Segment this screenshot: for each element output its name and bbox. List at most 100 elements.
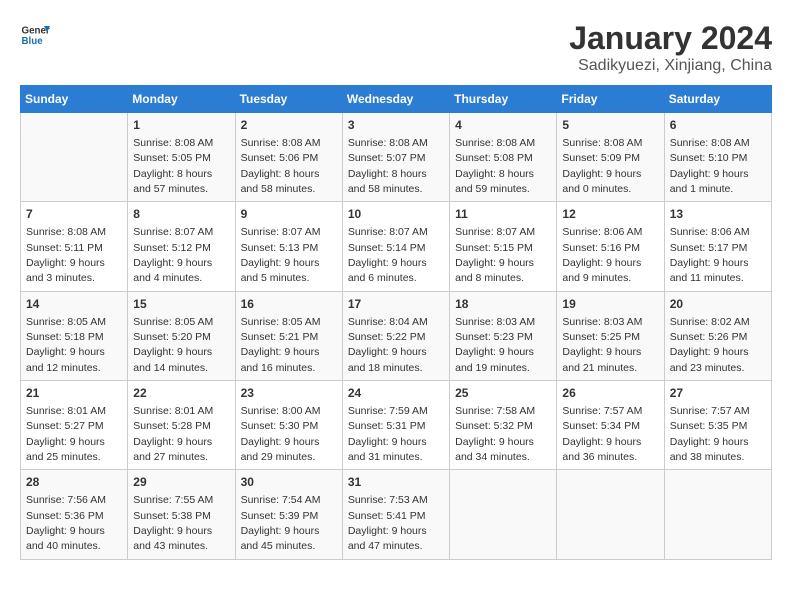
page-title: January 2024 — [569, 20, 772, 57]
day-info: Sunrise: 8:04 AMSunset: 5:22 PMDaylight:… — [348, 316, 428, 374]
calendar-cell: 5Sunrise: 8:08 AMSunset: 5:09 PMDaylight… — [557, 113, 664, 202]
calendar-cell — [450, 470, 557, 559]
day-info: Sunrise: 8:08 AMSunset: 5:08 PMDaylight:… — [455, 137, 535, 195]
day-info: Sunrise: 8:06 AMSunset: 5:16 PMDaylight:… — [562, 226, 642, 284]
day-info: Sunrise: 8:03 AMSunset: 5:25 PMDaylight:… — [562, 316, 642, 374]
calendar-week-row: 21 Sunrise: 8:01 AMSunset: 5:27 PMDayligh… — [21, 381, 772, 470]
day-number: 22 — [133, 385, 229, 402]
day-info: Sunrise: 7:58 AMSunset: 5:32 PMDaylight:… — [455, 405, 535, 463]
logo: General Blue — [20, 20, 50, 50]
day-info: Sunrise: 7:59 AMSunset: 5:31 PMDaylight:… — [348, 405, 428, 463]
day-info: Sunrise: 8:07 AMSunset: 5:15 PMDaylight:… — [455, 226, 535, 284]
calendar-cell — [557, 470, 664, 559]
calendar-cell: 27Sunrise: 7:57 AMSunset: 5:35 PMDayligh… — [664, 381, 771, 470]
calendar-cell: 8 Sunrise: 8:07 AMSunset: 5:12 PMDaylight… — [128, 202, 235, 291]
day-number: 14 — [26, 296, 122, 313]
day-number: 23 — [241, 385, 337, 402]
calendar-cell: 23 Sunrise: 8:00 AMSunset: 5:30 PMDayligh… — [235, 381, 342, 470]
day-info: Sunrise: 7:56 AMSunset: 5:36 PMDaylight:… — [26, 494, 106, 552]
day-info: Sunrise: 8:08 AMSunset: 5:07 PMDaylight:… — [348, 137, 428, 195]
day-number: 10 — [348, 206, 444, 223]
day-number: 18 — [455, 296, 551, 313]
calendar-table: SundayMondayTuesdayWednesdayThursdayFrid… — [20, 85, 772, 560]
day-info: Sunrise: 8:07 AMSunset: 5:13 PMDaylight:… — [241, 226, 321, 284]
day-info: Sunrise: 8:00 AMSunset: 5:30 PMDaylight:… — [241, 405, 321, 463]
day-of-week-header: Saturday — [664, 86, 771, 113]
day-info: Sunrise: 7:53 AMSunset: 5:41 PMDaylight:… — [348, 494, 428, 552]
day-number: 24 — [348, 385, 444, 402]
day-of-week-header: Thursday — [450, 86, 557, 113]
calendar-cell: 16Sunrise: 8:05 AMSunset: 5:21 PMDayligh… — [235, 291, 342, 380]
calendar-body: 1 Sunrise: 8:08 AMSunset: 5:05 PMDaylight… — [21, 113, 772, 560]
calendar-cell: 19 Sunrise: 8:03 AMSunset: 5:25 PMDayligh… — [557, 291, 664, 380]
day-number: 6 — [670, 117, 766, 134]
calendar-cell: 6 Sunrise: 8:08 AMSunset: 5:10 PMDaylight… — [664, 113, 771, 202]
day-number: 8 — [133, 206, 229, 223]
day-info: Sunrise: 8:05 AMSunset: 5:18 PMDaylight:… — [26, 316, 106, 374]
day-of-week-header: Tuesday — [235, 86, 342, 113]
day-info: Sunrise: 8:05 AMSunset: 5:20 PMDaylight:… — [133, 316, 213, 374]
day-number: 2 — [241, 117, 337, 134]
calendar-cell: 25 Sunrise: 7:58 AMSunset: 5:32 PMDayligh… — [450, 381, 557, 470]
day-info: Sunrise: 7:55 AMSunset: 5:38 PMDaylight:… — [133, 494, 213, 552]
page-subtitle: Sadikyuezi, Xinjiang, China — [569, 57, 772, 75]
day-info: Sunrise: 7:54 AMSunset: 5:39 PMDaylight:… — [241, 494, 321, 552]
day-info: Sunrise: 8:05 AMSunset: 5:21 PMDaylight:… — [241, 316, 321, 374]
day-number: 31 — [348, 474, 444, 491]
day-number: 4 — [455, 117, 551, 134]
day-number: 26 — [562, 385, 658, 402]
day-number: 19 — [562, 296, 658, 313]
calendar-cell: 15 Sunrise: 8:05 AMSunset: 5:20 PMDayligh… — [128, 291, 235, 380]
calendar-cell: 9Sunrise: 8:07 AMSunset: 5:13 PMDaylight… — [235, 202, 342, 291]
day-number: 28 — [26, 474, 122, 491]
calendar-header: SundayMondayTuesdayWednesdayThursdayFrid… — [21, 86, 772, 113]
calendar-cell: 12 Sunrise: 8:06 AMSunset: 5:16 PMDayligh… — [557, 202, 664, 291]
calendar-cell: 2 Sunrise: 8:08 AMSunset: 5:06 PMDaylight… — [235, 113, 342, 202]
day-number: 11 — [455, 206, 551, 223]
days-of-week-row: SundayMondayTuesdayWednesdayThursdayFrid… — [21, 86, 772, 113]
day-number: 12 — [562, 206, 658, 223]
day-number: 20 — [670, 296, 766, 313]
title-block: January 2024 Sadikyuezi, Xinjiang, China — [569, 20, 772, 75]
calendar-cell: 13 Sunrise: 8:06 AMSunset: 5:17 PMDayligh… — [664, 202, 771, 291]
calendar-cell: 28 Sunrise: 7:56 AMSunset: 5:36 PMDayligh… — [21, 470, 128, 559]
calendar-cell: 4 Sunrise: 8:08 AMSunset: 5:08 PMDaylight… — [450, 113, 557, 202]
calendar-cell — [21, 113, 128, 202]
day-info: Sunrise: 8:08 AMSunset: 5:11 PMDaylight:… — [26, 226, 106, 284]
calendar-cell: 29Sunrise: 7:55 AMSunset: 5:38 PMDayligh… — [128, 470, 235, 559]
day-info: Sunrise: 8:08 AMSunset: 5:05 PMDaylight:… — [133, 137, 213, 195]
page-header: General Blue January 2024 Sadikyuezi, Xi… — [20, 20, 772, 75]
calendar-cell — [664, 470, 771, 559]
calendar-cell: 31 Sunrise: 7:53 AMSunset: 5:41 PMDayligh… — [342, 470, 449, 559]
day-number: 17 — [348, 296, 444, 313]
day-number: 25 — [455, 385, 551, 402]
calendar-cell: 17 Sunrise: 8:04 AMSunset: 5:22 PMDayligh… — [342, 291, 449, 380]
calendar-week-row: 14 Sunrise: 8:05 AMSunset: 5:18 PMDayligh… — [21, 291, 772, 380]
day-info: Sunrise: 8:01 AMSunset: 5:27 PMDaylight:… — [26, 405, 106, 463]
day-info: Sunrise: 8:07 AMSunset: 5:14 PMDaylight:… — [348, 226, 428, 284]
day-of-week-header: Friday — [557, 86, 664, 113]
day-info: Sunrise: 8:08 AMSunset: 5:06 PMDaylight:… — [241, 137, 321, 195]
calendar-week-row: 1 Sunrise: 8:08 AMSunset: 5:05 PMDaylight… — [21, 113, 772, 202]
calendar-cell: 10 Sunrise: 8:07 AMSunset: 5:14 PMDayligh… — [342, 202, 449, 291]
day-of-week-header: Monday — [128, 86, 235, 113]
day-info: Sunrise: 8:08 AMSunset: 5:10 PMDaylight:… — [670, 137, 750, 195]
calendar-week-row: 28 Sunrise: 7:56 AMSunset: 5:36 PMDayligh… — [21, 470, 772, 559]
calendar-cell: 20 Sunrise: 8:02 AMSunset: 5:26 PMDayligh… — [664, 291, 771, 380]
day-info: Sunrise: 7:57 AMSunset: 5:35 PMDaylight:… — [670, 405, 750, 463]
day-info: Sunrise: 8:02 AMSunset: 5:26 PMDaylight:… — [670, 316, 750, 374]
calendar-cell: 21 Sunrise: 8:01 AMSunset: 5:27 PMDayligh… — [21, 381, 128, 470]
day-info: Sunrise: 8:03 AMSunset: 5:23 PMDaylight:… — [455, 316, 535, 374]
day-number: 13 — [670, 206, 766, 223]
day-number: 15 — [133, 296, 229, 313]
day-number: 21 — [26, 385, 122, 402]
calendar-cell: 14 Sunrise: 8:05 AMSunset: 5:18 PMDayligh… — [21, 291, 128, 380]
day-number: 1 — [133, 117, 229, 134]
calendar-cell: 11 Sunrise: 8:07 AMSunset: 5:15 PMDayligh… — [450, 202, 557, 291]
calendar-cell: 30Sunrise: 7:54 AMSunset: 5:39 PMDayligh… — [235, 470, 342, 559]
day-info: Sunrise: 8:07 AMSunset: 5:12 PMDaylight:… — [133, 226, 213, 284]
calendar-cell: 24 Sunrise: 7:59 AMSunset: 5:31 PMDayligh… — [342, 381, 449, 470]
day-info: Sunrise: 8:06 AMSunset: 5:17 PMDaylight:… — [670, 226, 750, 284]
calendar-week-row: 7Sunrise: 8:08 AMSunset: 5:11 PMDaylight… — [21, 202, 772, 291]
calendar-cell: 3Sunrise: 8:08 AMSunset: 5:07 PMDaylight… — [342, 113, 449, 202]
